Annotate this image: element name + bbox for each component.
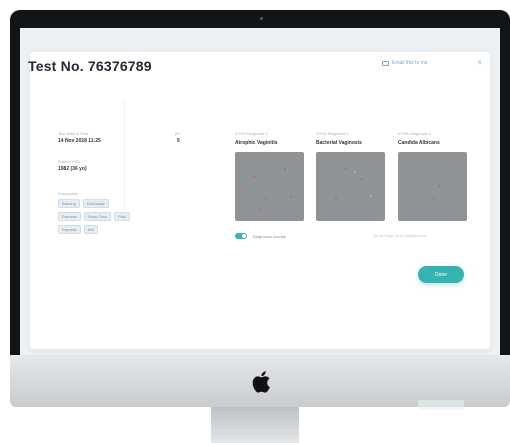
diagnosis-2-name: Bacterial Vaginosis bbox=[316, 140, 362, 146]
imac-stand bbox=[211, 407, 299, 443]
diagnosis-2-label: KYRA Diagnosis 2 bbox=[316, 131, 349, 136]
diagnosis-1-name: Atrophic Vaginitis bbox=[235, 140, 278, 146]
complaint-tags: Burning Discharge Dryness Fishy Odor Pai… bbox=[58, 199, 132, 234]
close-icon[interactable]: × bbox=[477, 58, 482, 67]
diagnosis-3-label: KYRA Diagnosis 3 bbox=[398, 131, 431, 136]
diagnosis-1-image[interactable] bbox=[235, 152, 304, 221]
test-details-panel bbox=[28, 101, 125, 215]
ph-value: 5 bbox=[177, 138, 180, 144]
overlay-toggle-label: Diagnoses overlay bbox=[253, 234, 286, 239]
complaint-tag: Burning bbox=[58, 199, 80, 208]
complaints-label: Complaints bbox=[58, 191, 79, 196]
page-title: Test No. 76376789 bbox=[28, 58, 152, 74]
email-link[interactable]: Email this to me bbox=[382, 60, 428, 66]
diagnosis-1-label: KYRA Diagnosis 1 bbox=[235, 131, 268, 136]
patient-value: 1982 (36 yo) bbox=[58, 166, 87, 172]
camera-dot bbox=[260, 17, 263, 20]
diagnosis-2-image[interactable] bbox=[316, 152, 385, 221]
email-link-label: Email this to me bbox=[392, 60, 428, 66]
complaint-tag: Pain bbox=[114, 212, 131, 221]
diagnosis-3-image[interactable] bbox=[398, 152, 467, 221]
datetime-label: Test Date & Time bbox=[58, 131, 89, 136]
stand-reflection bbox=[418, 400, 464, 410]
complaint-tag: Dryness bbox=[58, 225, 81, 234]
ph-label: pH bbox=[175, 131, 181, 136]
enlarge-hint: Tap an image for an enlarged view bbox=[373, 234, 427, 238]
apple-logo-icon bbox=[252, 371, 270, 393]
complaint-tag: Dryness bbox=[58, 212, 81, 221]
complaint-tag: Discharge bbox=[82, 199, 109, 208]
complaint-tag: Fishy Odor bbox=[83, 212, 112, 221]
complaint-tag: Itch bbox=[83, 225, 99, 234]
mail-icon bbox=[382, 60, 389, 66]
diagnosis-3-name: Candida Albicans bbox=[398, 140, 440, 146]
datetime-value: 14 Nov 2018 11:25 bbox=[58, 138, 101, 144]
patient-label: Patient YOB bbox=[58, 159, 80, 164]
overlay-toggle[interactable] bbox=[235, 233, 247, 239]
done-button[interactable]: Done bbox=[418, 266, 464, 283]
